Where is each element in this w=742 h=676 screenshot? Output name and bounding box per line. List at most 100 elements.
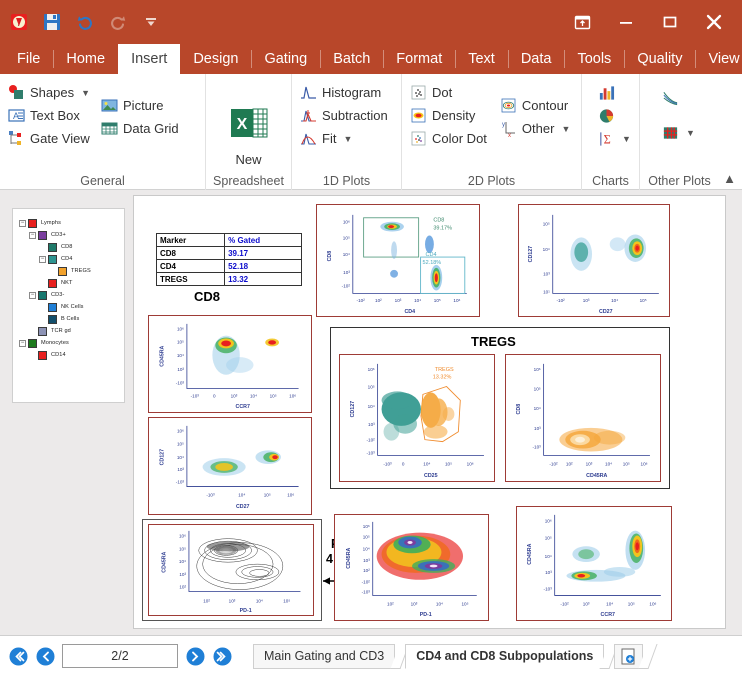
svg-text:-10²: -10² (342, 284, 351, 289)
tree-expander[interactable]: − (19, 220, 26, 227)
gate-tree-panel[interactable]: − Lymphs − CD3+ CD8 − (12, 208, 125, 403)
page-indicator[interactable]: 2/2 (62, 644, 178, 668)
tree-expander[interactable]: − (29, 232, 36, 239)
cd27-vs-cd127-plot-cd8[interactable]: 10⁶10⁵ 10⁴10³ -10³ -10³10⁴ 10⁵10⁶ CD27 C… (148, 417, 312, 515)
tab-batch[interactable]: Batch (320, 44, 383, 74)
chevron-down-icon[interactable]: ▼ (561, 124, 570, 134)
other-2d-plot-button[interactable]: y x Other ▼ (498, 118, 575, 139)
chevron-down-icon[interactable]: ▼ (343, 134, 352, 144)
svg-text:y: y (502, 122, 505, 128)
cd27-vs-cd127-plot[interactable]: 10⁵10⁴ 10³10¹ -10²10³ 10⁴10⁵ CD27 CD127 (518, 204, 670, 317)
tree-expander[interactable]: − (29, 292, 36, 299)
tree-node[interactable]: − Monocytes (19, 337, 91, 349)
pd1-vs-cd45ra-color-plot[interactable]: 10⁶10⁵ 10⁴10³ 10²-10² -10³ 10²10³ 10⁴10⁵… (334, 514, 489, 621)
svg-text:10⁵: 10⁵ (623, 461, 630, 466)
statistics-chart-button[interactable]: Σ ▼ (596, 128, 636, 149)
status-bar: 2/2 Main Gating and CD3 CD4 and CD8 Subp… (0, 635, 742, 676)
tree-node[interactable]: TCR gd (19, 325, 91, 337)
cd4-vs-cd8-plot[interactable]: 10⁶10⁵ 10⁴10³ -10² -10²10² 10³10⁴ 10⁵10⁶… (316, 204, 480, 317)
tree-node[interactable]: − CD3- (19, 289, 91, 301)
new-spreadsheet-button[interactable]: X New (213, 99, 285, 171)
tree-node[interactable]: NKT (19, 277, 91, 289)
pd1-contour-panel[interactable]: 10⁶10⁵ 10⁴10³ 10² 10²10³ 10⁴10⁵ PD-1 CD4… (142, 519, 322, 621)
sheet-tab-cd4-and-cd8-subpopulations[interactable]: CD4 and CD8 Subpopulations (405, 644, 604, 669)
report-canvas[interactable]: Marker % Gated CD8 39.17 CD4 52.18 TREGS… (133, 195, 726, 629)
tree-node[interactable]: − Lymphs (19, 217, 91, 229)
save-icon[interactable] (41, 11, 63, 33)
cd25-vs-cd127-tregs-plot[interactable]: 10⁶10⁵ 10⁴10³ -10²-10³ -10³0 10⁴10⁵ 10⁶ … (339, 354, 495, 482)
gate-color-swatch (38, 291, 47, 300)
heatmap-plot-button[interactable]: ▼ (660, 122, 700, 143)
last-page-button[interactable] (212, 646, 232, 666)
sheet-tab-bar: Main Gating and CD3 CD4 and CD8 Subpopul… (253, 644, 653, 669)
density-plot-button[interactable]: Density (408, 105, 492, 126)
tab-view[interactable]: View (695, 44, 742, 74)
app-logo-icon[interactable]: 7 (8, 11, 30, 33)
tree-expander[interactable]: − (19, 340, 26, 347)
picture-button[interactable]: Picture (99, 95, 184, 116)
subtraction-button[interactable]: Subtraction (298, 105, 393, 126)
gate-color-swatch (48, 315, 57, 324)
chevron-down-icon[interactable]: ▼ (622, 134, 631, 144)
tab-quality[interactable]: Quality (624, 44, 695, 74)
undo-icon[interactable] (74, 11, 96, 33)
tree-node[interactable]: − CD4 (19, 253, 91, 265)
tree-node[interactable]: TREGS (19, 265, 91, 277)
kinetics-plot-button[interactable] (660, 87, 700, 108)
chevron-down-icon[interactable]: ▼ (81, 88, 90, 98)
tab-home[interactable]: Home (53, 44, 118, 74)
contour-plot-button[interactable]: Contour (498, 95, 575, 116)
gate-color-swatch (48, 279, 57, 288)
first-page-button[interactable] (8, 646, 28, 666)
tab-file[interactable]: File (4, 44, 53, 74)
histogram-button[interactable]: Histogram (298, 82, 393, 103)
svg-text:10²: 10² (203, 598, 210, 603)
cd45ra-vs-cd8-tregs-plot[interactable]: 10⁶10⁵ 10⁴10³ -10³ -10²10² 10³10⁴ 10⁵10⁶… (505, 354, 661, 482)
maximize-icon[interactable] (648, 5, 692, 39)
ccr7-vs-cd45ra-plot-cd8[interactable]: 10⁶10⁵ 10⁴10³ -10³ -10³0 10³10⁴ 10⁵10⁶ C… (148, 315, 312, 413)
pie-chart-button[interactable] (596, 105, 636, 126)
shapes-label: Shapes (30, 85, 74, 100)
tab-design[interactable]: Design (180, 44, 251, 74)
sheet-tab-main-gating-and-cd3[interactable]: Main Gating and CD3 (253, 644, 395, 669)
svg-text:CCR7: CCR7 (236, 404, 250, 410)
stats-table[interactable]: Marker % Gated CD8 39.17 CD4 52.18 TREGS… (156, 233, 302, 286)
tab-format[interactable]: Format (383, 44, 455, 74)
data-grid-button[interactable]: Data Grid (99, 118, 184, 139)
tab-data[interactable]: Data (508, 44, 565, 74)
cell-pct: 13.32 (225, 273, 302, 286)
gate-view-button[interactable]: Gate View (6, 128, 95, 149)
tregs-group-box[interactable]: TREGS 10⁶10⁵ 10⁴10³ -10²-10³ -10³0 (330, 327, 670, 489)
text-box-button[interactable]: A Text Box (6, 105, 95, 126)
tab-tools[interactable]: Tools (564, 44, 624, 74)
pd1-vs-cd45ra-contour-plot[interactable]: 10⁶10⁵ 10⁴10³ 10² 10²10³ 10⁴10⁵ PD-1 CD4… (148, 524, 314, 616)
cell-marker: CD8 (157, 247, 225, 260)
color-dot-plot-button[interactable]: Color Dot (408, 128, 492, 149)
svg-text:10⁶: 10⁶ (177, 429, 184, 434)
tree-node[interactable]: CD14 (19, 349, 91, 361)
collapse-ribbon-button[interactable]: ▲ (723, 171, 736, 186)
chevron-down-icon[interactable]: ▼ (686, 128, 695, 138)
ribbon-display-options-icon[interactable] (560, 5, 604, 39)
fit-button[interactable]: Fit ▼ (298, 128, 393, 149)
next-page-button[interactable] (185, 646, 205, 666)
tab-text[interactable]: Text (455, 44, 508, 74)
tree-node[interactable]: CD8 (19, 241, 91, 253)
dot-plot-button[interactable]: Dot (408, 82, 492, 103)
shapes-button[interactable]: Shapes ▼ (6, 82, 95, 103)
bar-chart-button[interactable] (596, 82, 636, 103)
close-icon[interactable] (692, 5, 736, 39)
title-bar: 7 (0, 0, 742, 44)
tree-node[interactable]: − CD3+ (19, 229, 91, 241)
tree-expander[interactable]: − (39, 256, 46, 263)
previous-page-button[interactable] (35, 646, 55, 666)
svg-text:10⁵: 10⁵ (534, 386, 541, 391)
customize-qat-icon[interactable] (140, 11, 162, 33)
tree-node[interactable]: B Cells (19, 313, 91, 325)
tree-node[interactable]: NK Cells (19, 301, 91, 313)
minimize-icon[interactable] (604, 5, 648, 39)
tab-insert[interactable]: Insert (118, 44, 180, 74)
ccr7-vs-cd45ra-plot-cd4[interactable]: 10⁶10⁵ 10⁴10³ -10³ -10²10³ 10⁴10⁵ 10⁶ CC… (516, 506, 672, 621)
svg-text:-10²: -10² (557, 298, 566, 303)
tab-gating[interactable]: Gating (251, 44, 320, 74)
